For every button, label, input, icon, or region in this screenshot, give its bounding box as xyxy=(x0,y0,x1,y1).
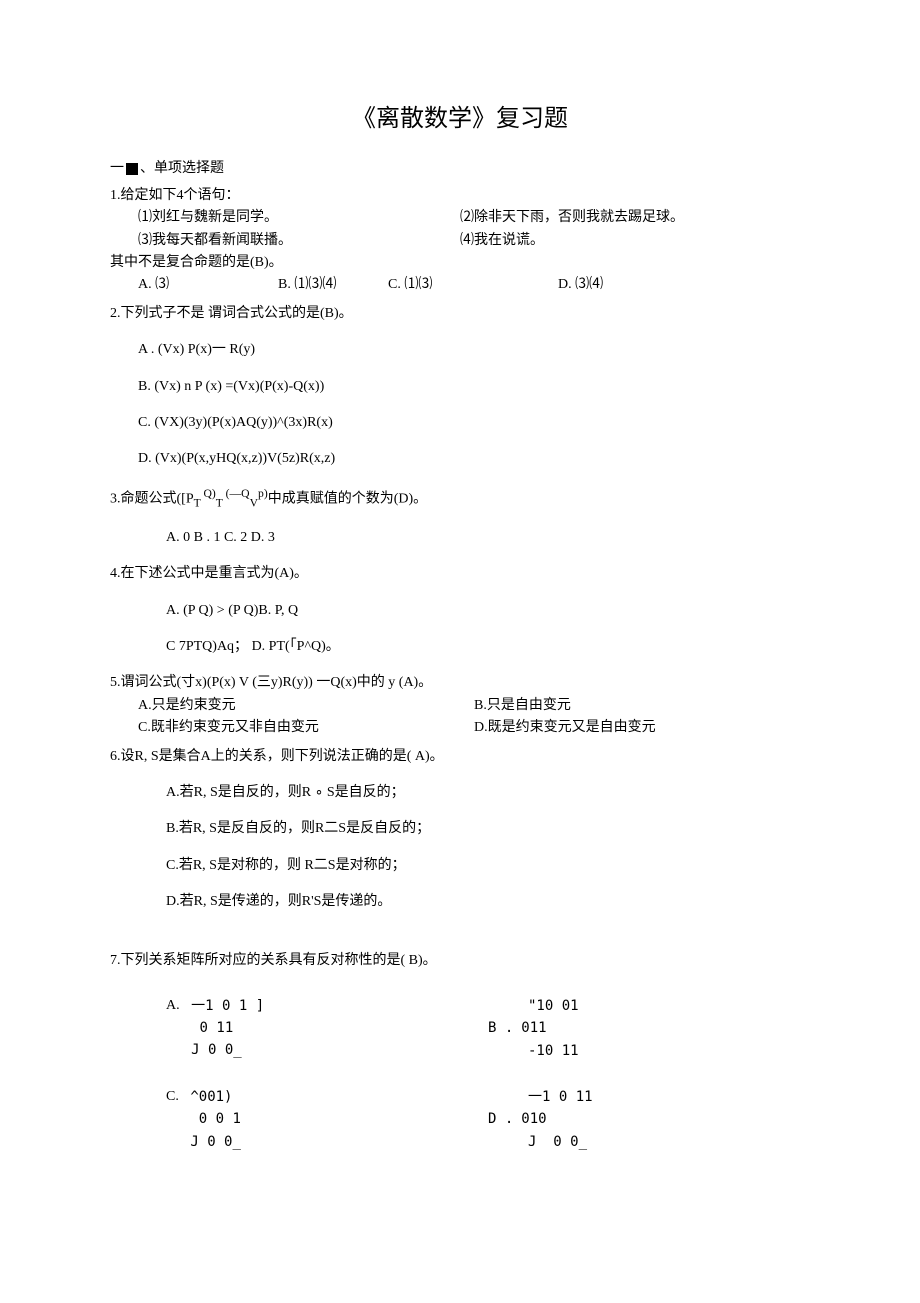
q7-d-m2: D . 010 xyxy=(488,1108,593,1131)
q1-sub4: ⑷我在说谎。 xyxy=(460,230,810,252)
q5-opt-c: C.既非约束变元又非自由变元 xyxy=(138,717,474,739)
q7-a-m3: J 0 0_ xyxy=(191,1039,264,1061)
q7-c-matrix: ^001) 0 0 1 J 0 0_ xyxy=(190,1086,241,1153)
q7-b-matrix: "10 01 B . 011 -10 11 xyxy=(488,995,579,1062)
q6-opt-b: B.若R, S是反自反的，则R二S是反自反的； xyxy=(110,818,810,840)
q7-d-m2-val: 010 xyxy=(521,1112,546,1128)
q6-opt-a: A.若R, S是自反的，则R ∘ S是自反的； xyxy=(110,782,810,804)
q4-stem: 4.在下述公式中是重言式为(A)。 xyxy=(110,563,810,585)
section-num: 一 xyxy=(110,161,124,176)
q4-row1: A. (P Q) > (P Q)B. P, Q xyxy=(110,600,810,622)
q1-tail: 其中不是复合命题的是(B)。 xyxy=(110,252,460,274)
q1-sub1: ⑴刘红与魏新是同学。 xyxy=(110,207,460,229)
q3-stem: 3.命题公式([PT Q)T (—QVp)中成真赋值的个数为(D)。 xyxy=(110,485,810,513)
question-3: 3.命题公式([PT Q)T (—QVp)中成真赋值的个数为(D)。 A. 0 … xyxy=(110,485,810,550)
q7-b-m2: B . 011 xyxy=(488,1017,579,1040)
q6-opt-d: D.若R, S是传递的，则R'S是传递的。 xyxy=(110,891,810,913)
q7-c-m1: ^001) xyxy=(190,1086,241,1108)
question-7: 7.下列关系矩阵所对应的关系具有反对称性的是( B)。 A. 一1 0 1 ] … xyxy=(110,950,810,1154)
q7-row-ab: A. 一1 0 1 ] 0 11 J 0 0_ "10 01 B . 011 -1… xyxy=(110,995,810,1062)
question-5: 5.谓词公式(寸x)(P(x) V (三y)R(y)) 一Q(x)中的 y (A… xyxy=(110,672,810,739)
q2-opt-b: B. (Vx) n P (x) =(Vx)(P(x)-Q(x)) xyxy=(110,376,810,398)
q7-opt-b: "10 01 B . 011 -10 11 xyxy=(488,995,810,1062)
page-title: 《离散数学》复习题 xyxy=(110,100,810,138)
black-square-icon xyxy=(126,163,138,175)
q7-d-m3: J 0 0_ xyxy=(488,1131,593,1153)
q6-opt-c: C.若R, S是对称的，则 R二S是对称的； xyxy=(110,855,810,877)
q4-opt-d: D. PT(「P^Q)。 xyxy=(252,639,340,654)
q1-opt-b: B. ⑴⑶⑷ xyxy=(278,274,388,296)
q7-a-label: A. xyxy=(166,995,180,1017)
q1-stem: 1.给定如下4个语句： xyxy=(110,185,810,207)
q3-options: A. 0 B . 1 C. 2 D. 3 xyxy=(110,527,810,549)
q4-opt-c: C 7PTQ)Aq； xyxy=(166,639,248,654)
q3-frag-b: T xyxy=(194,496,204,509)
q2-opt-c: C. (VX)(3y)(P(x)AQ(y))^(3x)R(x) xyxy=(110,412,810,434)
q1-opt-c: C. ⑴⑶ xyxy=(388,274,558,296)
q7-opt-c: C. ^001) 0 0 1 J 0 0_ xyxy=(166,1086,488,1153)
q5-opt-b: B.只是自由变元 xyxy=(474,695,810,717)
q7-b-label: B . xyxy=(488,1017,513,1039)
q1-opt-d: D. ⑶⑷ xyxy=(558,274,603,296)
q7-d-matrix: 一1 0 11 D . 010 J 0 0_ xyxy=(488,1086,593,1153)
question-2: 2.下列式子不是 谓词合式公式的是(B)。 A . (Vx) P(x)一 R(y… xyxy=(110,303,810,471)
q7-opt-d: 一1 0 11 D . 010 J 0 0_ xyxy=(488,1086,810,1153)
question-6: 6.设R, S是集合A上的关系，则下列说法正确的是( A)。 A.若R, S是自… xyxy=(110,746,810,914)
q2-opt-d: D. (Vx)(P(x,yHQ(x,z))V(5z)R(x,z) xyxy=(110,448,810,470)
q7-d-m1: 一1 0 11 xyxy=(488,1086,593,1108)
q7-b-m3: -10 11 xyxy=(488,1040,579,1062)
q3-frag-f: V xyxy=(250,496,258,509)
q7-stem: 7.下列关系矩阵所对应的关系具有反对称性的是( B)。 xyxy=(110,950,810,972)
question-4: 4.在下述公式中是重言式为(A)。 A. (P Q) > (P Q)B. P, … xyxy=(110,563,810,658)
q7-a-m2: 0 11 xyxy=(191,1017,264,1039)
q3-frag-a: 3.命题公式([P xyxy=(110,491,194,506)
q4-opt-a: A. (P Q) > (P Q) xyxy=(166,603,258,618)
q7-d-label: D . xyxy=(488,1108,513,1130)
q4-opt-b: B. P, Q xyxy=(258,603,298,618)
q7-a-matrix: 一1 0 1 ] 0 11 J 0 0_ xyxy=(191,995,264,1062)
section-header: 一 、单项选择题 xyxy=(110,158,810,180)
q7-c-m2: 0 0 1 xyxy=(190,1108,241,1130)
q7-c-m3: J 0 0_ xyxy=(190,1131,241,1153)
q3-frag-d: T xyxy=(216,496,226,509)
q2-stem: 2.下列式子不是 谓词合式公式的是(B)。 xyxy=(110,303,810,325)
q7-opt-a: A. 一1 0 1 ] 0 11 J 0 0_ xyxy=(166,995,488,1062)
q7-b-m2-val: 011 xyxy=(521,1020,546,1036)
q5-opt-d: D.既是约束变元又是自由变元 xyxy=(474,717,810,739)
q4-row2: C 7PTQ)Aq； D. PT(「P^Q)。 xyxy=(110,636,810,658)
q1-sub2: ⑵除非天下雨，否则我就去踢足球。 xyxy=(460,207,810,229)
q3-frag-g: p) xyxy=(258,487,268,500)
q5-opt-a: A.只是约束变元 xyxy=(138,695,474,717)
q7-b-m1: "10 01 xyxy=(488,995,579,1017)
q7-a-m1: 一1 0 1 ] xyxy=(191,995,264,1017)
q1-opt-a: A. ⑶ xyxy=(138,274,278,296)
q7-row-cd: C. ^001) 0 0 1 J 0 0_ 一1 0 11 D . 010 J 0… xyxy=(110,1086,810,1153)
q1-options: A. ⑶ B. ⑴⑶⑷ C. ⑴⑶ D. ⑶⑷ xyxy=(110,274,810,296)
q2-opt-a: A . (Vx) P(x)一 R(y) xyxy=(110,339,810,361)
q7-c-label: C. xyxy=(166,1086,179,1108)
q3-frag-c: Q) xyxy=(203,487,215,500)
q6-stem: 6.设R, S是集合A上的关系，则下列说法正确的是( A)。 xyxy=(110,746,810,768)
question-1: 1.给定如下4个语句： ⑴刘红与魏新是同学。 ⑶我每天都看新闻联播。 其中不是复… xyxy=(110,185,810,297)
q3-frag-e: (—Q xyxy=(226,487,250,500)
section-label: 、单项选择题 xyxy=(140,161,224,176)
q3-frag-h: 中成真赋值的个数为(D)。 xyxy=(268,491,427,506)
q1-sub3: ⑶我每天都看新闻联播。 xyxy=(110,230,460,252)
q5-stem: 5.谓词公式(寸x)(P(x) V (三y)R(y)) 一Q(x)中的 y (A… xyxy=(110,672,810,694)
